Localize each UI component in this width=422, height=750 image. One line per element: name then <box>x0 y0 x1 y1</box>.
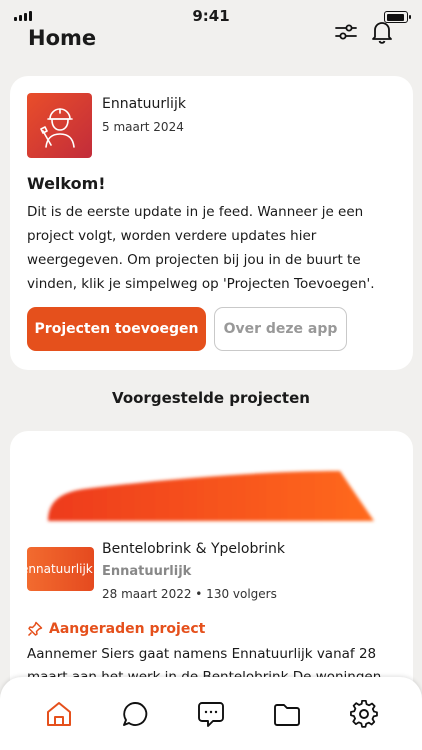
recommended-badge: Aangeraden project <box>27 621 205 637</box>
project-org: Ennatuurlijk <box>102 564 192 579</box>
tab-chat[interactable] <box>120 699 150 729</box>
tab-bar <box>0 677 422 750</box>
add-projects-button[interactable]: Projecten toevoegen <box>27 307 206 351</box>
folder-icon <box>274 704 300 726</box>
project-banner-image <box>48 471 374 521</box>
recommended-label: Aangeraden project <box>49 621 206 637</box>
welcome-card: Ennatuurlijk 5 maart 2024 Welkom! Dit is… <box>10 76 413 370</box>
project-name: Bentelobrink & Ypelobrink <box>102 541 285 557</box>
project-meta: 28 maart 2022 • 130 volgers <box>102 587 277 601</box>
chat-icon <box>123 702 148 726</box>
org-avatar <box>27 93 92 158</box>
org-name: Ennatuurlijk <box>102 96 186 112</box>
post-date: 5 maart 2024 <box>102 120 184 134</box>
bell-icon[interactable] <box>368 18 396 46</box>
gear-icon <box>350 700 378 728</box>
page-title: Home <box>28 26 97 50</box>
about-app-button[interactable]: Over deze app <box>214 307 347 351</box>
tab-folder[interactable] <box>272 699 302 729</box>
pin-icon <box>27 621 43 637</box>
thumbnail-logo-text: ennatuurlijk <box>27 562 93 576</box>
sliders-icon[interactable] <box>332 18 360 46</box>
section-heading: Voorgestelde projecten <box>112 389 310 407</box>
messages-icon <box>198 702 224 727</box>
tab-messages[interactable] <box>196 699 226 729</box>
tab-home[interactable] <box>44 699 74 729</box>
tab-settings[interactable] <box>349 699 379 729</box>
project-thumbnail: ennatuurlijk <box>27 547 94 591</box>
worker-icon <box>39 107 75 148</box>
welcome-heading: Welkom! <box>27 174 106 193</box>
welcome-body: Dit is de eerste update in je feed. Wann… <box>27 204 375 292</box>
home-icon <box>47 702 71 726</box>
